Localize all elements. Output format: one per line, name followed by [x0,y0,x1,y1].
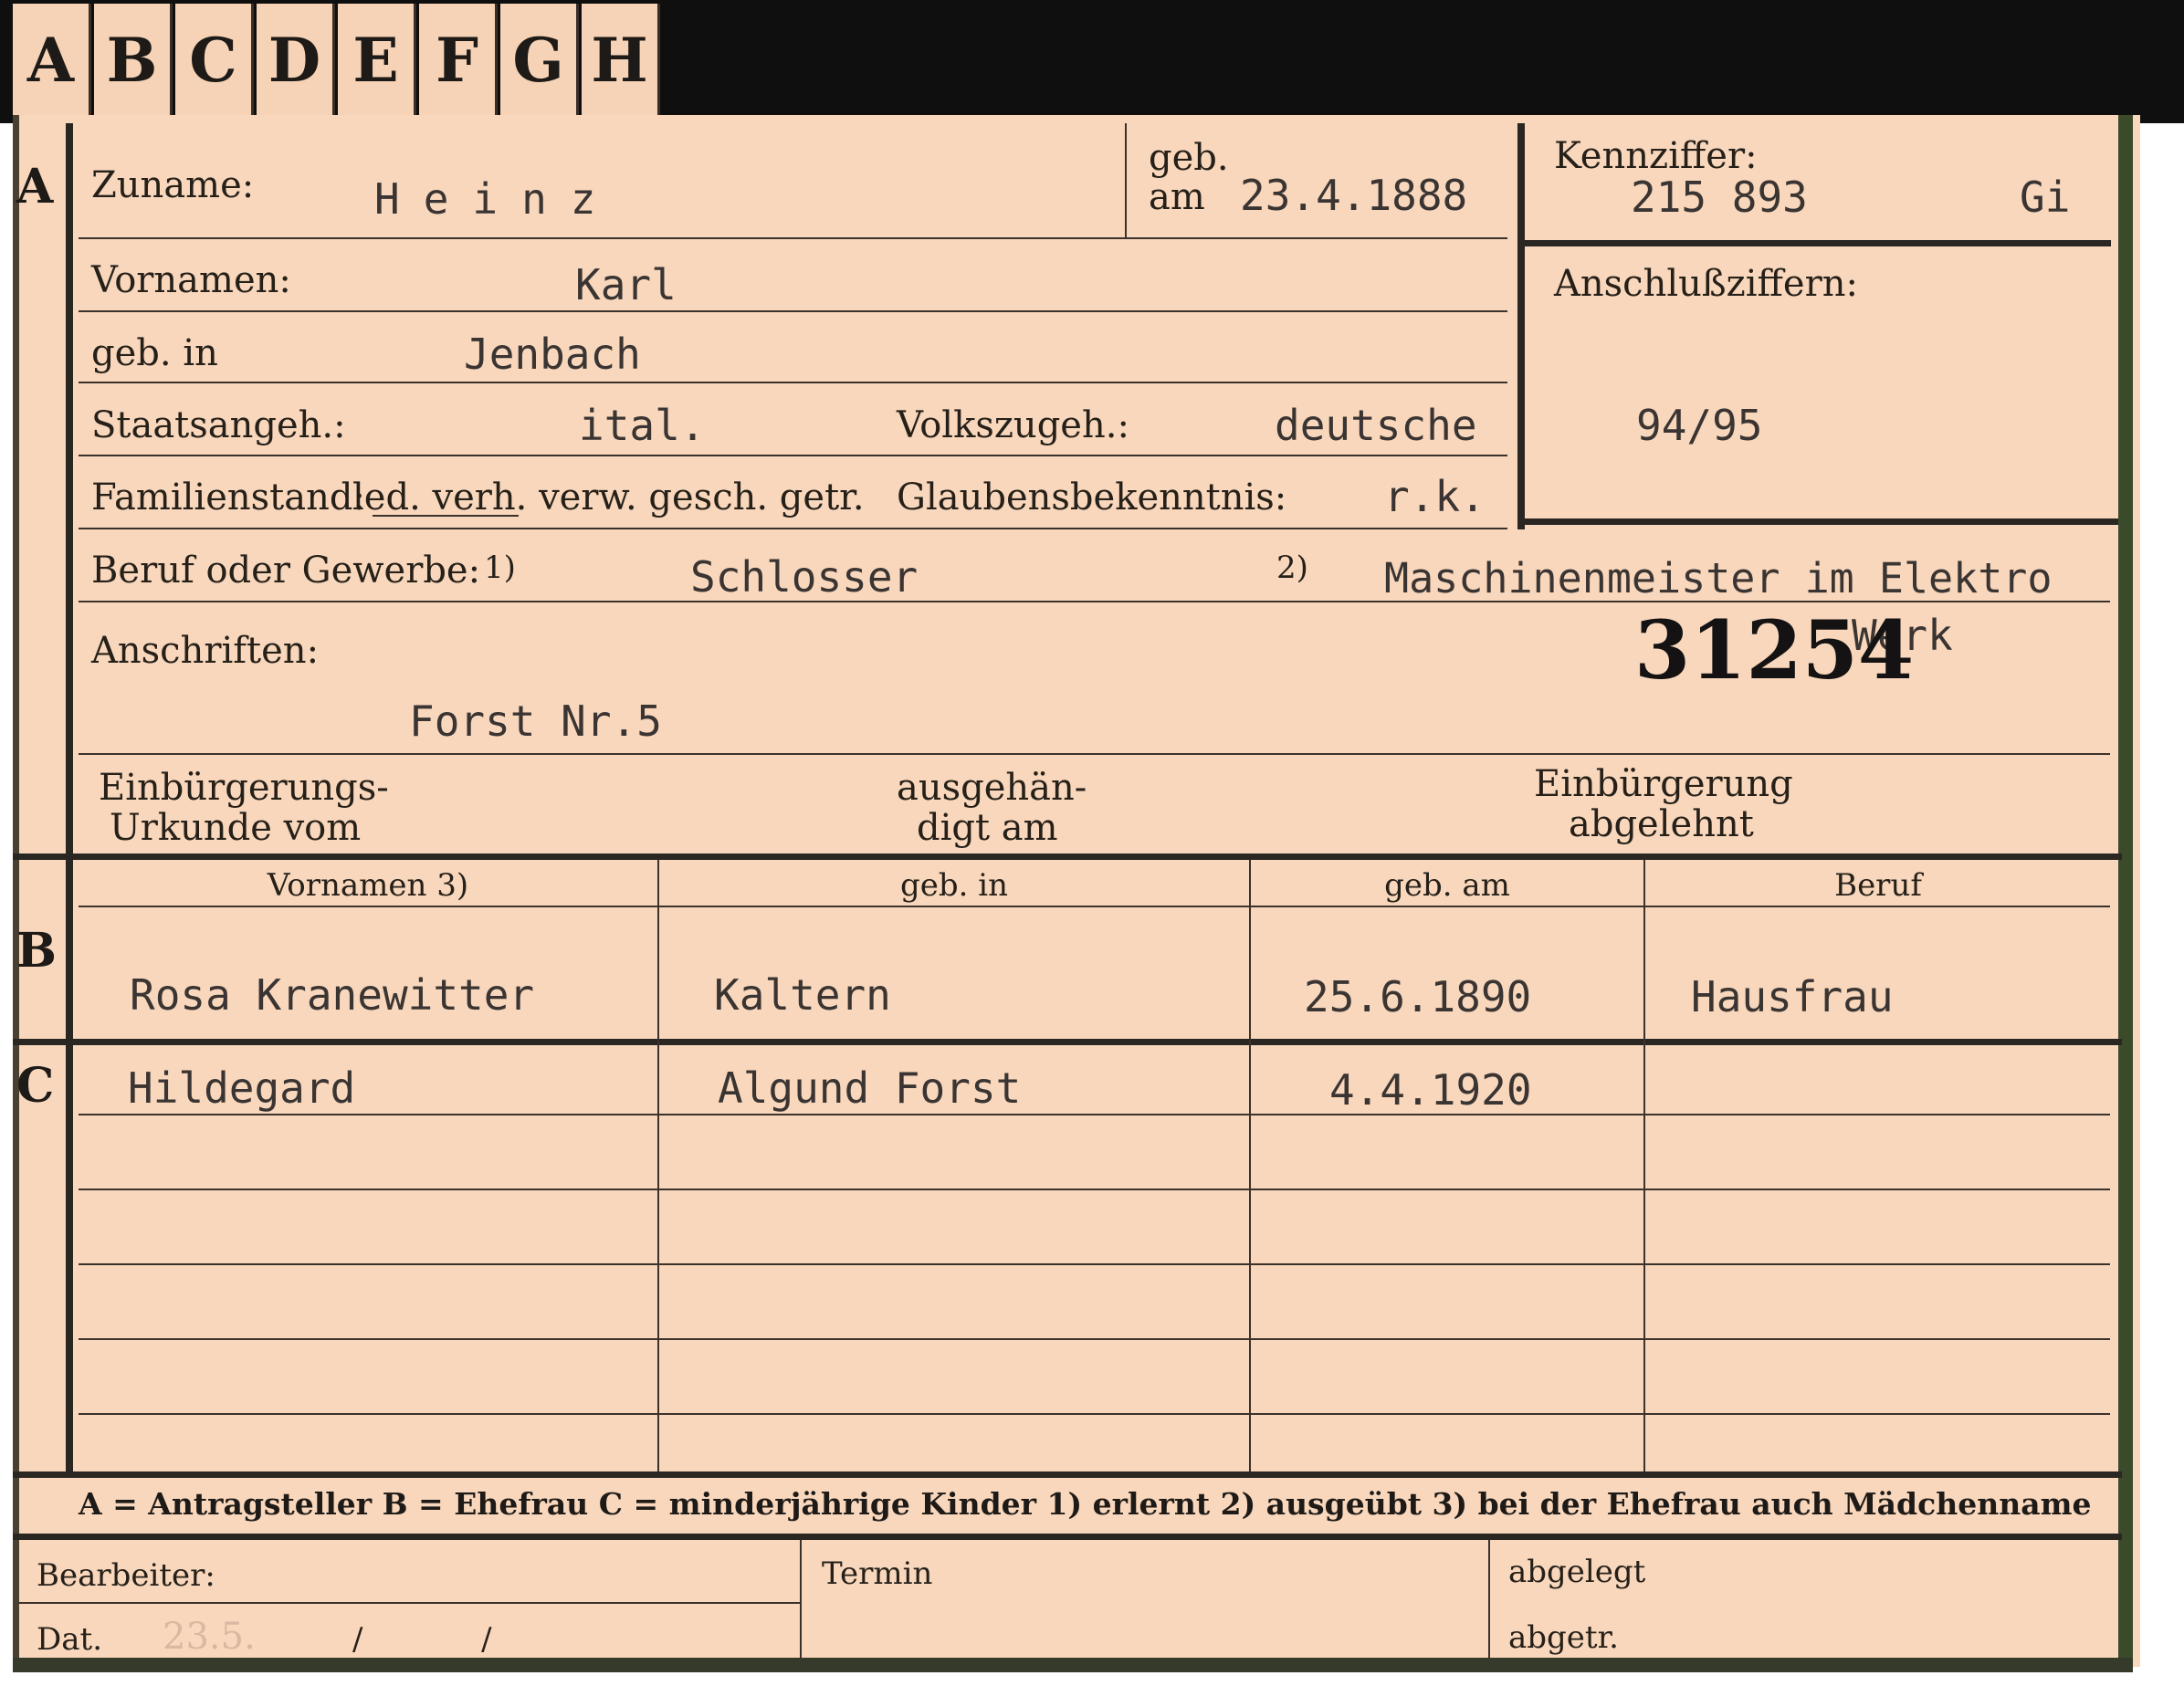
section-c-letter: C [16,1058,55,1114]
index-tab-g: G [500,4,579,117]
table-row-rule-2 [79,1189,2110,1190]
footer-divider-1 [800,1540,802,1659]
address-value: Forst Nr.5 [409,696,662,746]
index-tab-e: E [338,4,416,117]
section-a-b-separator [13,854,2122,860]
index-tab-b: B [94,4,173,117]
table-header-firstnames: Vornamen 3) [267,867,469,904]
spouse-firstname: Rosa Kranewitter [130,970,535,1020]
rule-marital [79,528,1507,529]
spouse-occupation: Hausfrau [1691,972,1894,1021]
reference-code-value: Gi [2020,173,2071,222]
birthdate-divider [1125,123,1127,237]
stamped-number: 31254 [1634,602,1915,697]
occupation-practiced-value: Maschinenmeister im Elektro [1384,554,2053,602]
birthdate-value: 23.4.1888 [1240,171,1468,220]
reference-box-left [1517,123,1525,529]
card-left-edge [13,115,19,1667]
ethnicity-label: Volkszugeh.: [897,404,1129,446]
table-col-divider-3 [1643,860,1645,1471]
footer-divider-2 [1488,1540,1490,1659]
reference-box-divider [1517,240,2111,246]
index-tab-a: A [13,4,91,117]
address-label: Anschriften: [91,630,320,672]
card-right-edge [2118,115,2133,1667]
firstname-label: Vornamen: [91,259,291,301]
section-a-margin-line [66,123,73,854]
card-bottom-edge [13,1658,2133,1672]
naturalization-rejected-label-line2: abgelehnt [1569,803,1754,845]
editor-label: Bearbeiter: [37,1557,215,1594]
naturalization-label-line1: Einbürgerungs- [99,767,389,809]
firstname-value: Karl [575,260,677,309]
index-tab-h: H [582,4,660,117]
date-value: 23.5. [163,1616,256,1658]
section-b-margin-line [66,860,73,1039]
section-b-letter: B [16,923,57,979]
surname-label: Zuname: [91,164,255,206]
reference-number-label: Kennziffer: [1554,135,1758,177]
spouse-birthdate: 25.6.1890 [1304,972,1532,1021]
child-1-firstname: Hildegard [128,1063,356,1113]
reference-box-bottom [1517,518,2118,525]
surname-value: Heinz [374,174,620,224]
rule-firstname [79,310,1507,312]
rule-birthplace [79,382,1507,383]
rule-citizenship [79,455,1507,456]
table-header-occupation: Beruf [1834,867,1922,904]
marital-status-options: led. verh. verw. gesch. getr. [352,476,865,518]
reference-number-value: 215 893 [1631,173,1808,222]
section-a-letter: A [16,159,54,215]
index-tab-f: F [419,4,498,117]
rule-address [79,753,2110,755]
ethnicity-value: deutsche [1275,401,1477,450]
legend-line: A = Antragsteller B = Ehefrau C = minder… [79,1486,2092,1522]
table-header-rule [79,906,2110,907]
table-header-birthplace: geb. in [899,867,1009,904]
occupation-label: Beruf oder Gewerbe: [91,550,481,592]
table-row-rule-4 [79,1338,2110,1340]
index-tab-d: D [257,4,335,117]
child-1-birthdate: 4.4.1920 [1329,1065,1532,1115]
marital-status-underline [373,515,519,517]
birthplace-label: geb. in [91,332,218,374]
section-b-c-separator [13,1039,2122,1045]
handed-out-label-line1: ausgehän- [897,767,1087,809]
occupation-practiced-marker: 2) [1276,550,1308,586]
occupation-learned-value: Schlosser [690,552,919,602]
connection-numbers-value: 94/95 [1636,401,1763,450]
table-header-birthdate: geb. am [1384,867,1510,904]
footer-editor-rule [18,1602,800,1604]
section-c-legend-separator [13,1471,2122,1478]
removed-label: abgetr. [1508,1619,1619,1656]
date-separators: / / [352,1621,492,1658]
birthdate-label-1: geb. [1149,137,1229,179]
marital-status-label: Familienstand: [91,476,365,518]
spouse-birthplace: Kaltern [714,970,891,1020]
index-tab-c: C [175,4,254,117]
birthdate-label-2: am [1149,176,1205,218]
legend-footer-separator [13,1534,2122,1540]
table-col-divider-2 [1249,860,1251,1471]
naturalization-rejected-label-line1: Einbürgerung [1534,763,1793,805]
rule-surname [79,237,1507,239]
filed-label: abgelegt [1508,1554,1646,1590]
occupation-learned-marker: 1) [484,550,516,586]
religion-label: Glaubensbekenntnis: [897,476,1287,518]
table-col-divider-1 [657,860,659,1471]
child-1-birthplace: Algund Forst [718,1063,1022,1113]
table-row-rule-1 [79,1114,2110,1115]
connection-numbers-label: Anschlußziffern: [1554,263,1858,305]
citizenship-value: ital. [579,401,706,450]
table-row-rule-3 [79,1263,2110,1265]
section-c-margin-line [66,1045,73,1471]
table-row-rule-5 [79,1413,2110,1415]
birthplace-value: Jenbach [464,330,641,379]
date-label: Dat. [37,1621,103,1658]
religion-value: r.k. [1384,472,1486,521]
citizenship-label: Staatsangeh.: [91,404,346,446]
handed-out-label-line2: digt am [917,807,1058,849]
naturalization-label-line2: Urkunde vom [110,807,362,849]
appointment-label: Termin [822,1555,933,1592]
